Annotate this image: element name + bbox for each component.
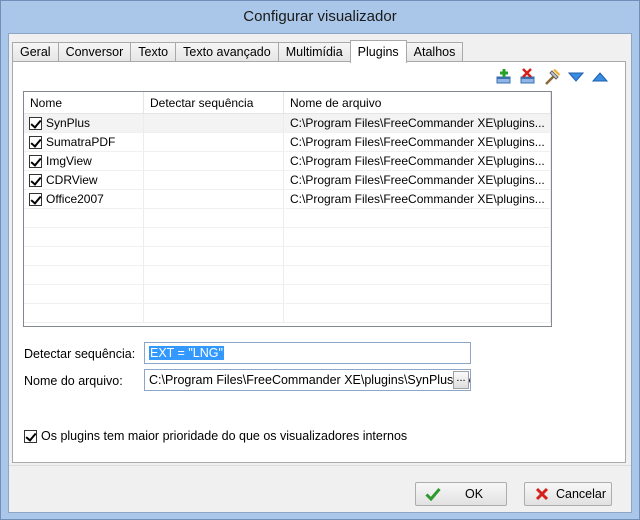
plugin-detect bbox=[144, 171, 284, 189]
plugin-enabled-checkbox[interactable] bbox=[29, 135, 42, 149]
window-title: Configurar visualizador bbox=[243, 8, 397, 25]
plugin-file: C:\Program Files\FreeCommander XE\plugin… bbox=[284, 152, 551, 170]
empty-row bbox=[24, 304, 551, 323]
list-item[interactable]: CDRView C:\Program Files\FreeCommander X… bbox=[24, 171, 551, 190]
column-header-filename[interactable]: Nome de arquivo bbox=[284, 92, 551, 113]
plugin-enabled-checkbox[interactable] bbox=[29, 173, 42, 187]
list-rows: SynPlus C:\Program Files\FreeCommander X… bbox=[24, 114, 551, 323]
detect-sequence-value: EXT = "LNG" bbox=[149, 346, 224, 360]
empty-row bbox=[24, 228, 551, 247]
move-down-icon[interactable] bbox=[567, 68, 585, 86]
priority-checkbox[interactable] bbox=[24, 429, 37, 443]
plugin-file: C:\Program Files\FreeCommander XE\plugin… bbox=[284, 190, 551, 208]
priority-option[interactable]: Os plugins tem maior prioridade do que o… bbox=[24, 429, 407, 443]
tab-texto[interactable]: Texto bbox=[130, 42, 177, 63]
close-icon bbox=[533, 485, 551, 503]
ok-button[interactable]: OK bbox=[415, 482, 507, 506]
tab-strip: Geral Conversor Texto Texto avançado Mul… bbox=[12, 40, 464, 63]
move-up-icon[interactable] bbox=[591, 68, 609, 86]
list-header: Nome Detectar sequência Nome de arquivo bbox=[24, 92, 551, 114]
configure-plugin-icon[interactable] bbox=[543, 68, 561, 86]
plugin-detect bbox=[144, 152, 284, 170]
column-header-name[interactable]: Nome bbox=[24, 92, 144, 113]
empty-row bbox=[24, 285, 551, 304]
cancel-button[interactable]: Cancelar bbox=[524, 482, 612, 506]
empty-row bbox=[24, 266, 551, 285]
list-item[interactable]: Office2007 C:\Program Files\FreeCommande… bbox=[24, 190, 551, 209]
plugin-name: SynPlus bbox=[46, 116, 91, 130]
plugin-enabled-checkbox[interactable] bbox=[29, 116, 42, 130]
dialog-client: Geral Conversor Texto Texto avançado Mul… bbox=[8, 33, 632, 513]
cancel-label: Cancelar bbox=[555, 487, 607, 501]
plugin-detect bbox=[144, 114, 284, 132]
plugin-name: SumatraPDF bbox=[46, 135, 116, 149]
remove-plugin-icon[interactable] bbox=[519, 68, 537, 86]
list-item[interactable]: ImgView C:\Program Files\FreeCommander X… bbox=[24, 152, 551, 171]
tab-multimidia[interactable]: Multimídia bbox=[277, 42, 351, 63]
tab-plugins[interactable]: Plugins bbox=[349, 40, 407, 63]
empty-row bbox=[24, 209, 551, 228]
tab-atalhos[interactable]: Atalhos bbox=[405, 42, 464, 63]
plugin-detect bbox=[144, 133, 284, 151]
filename-value: C:\Program Files\FreeCommander XE\plugin… bbox=[149, 373, 471, 387]
tab-texto-avancado[interactable]: Texto avançado bbox=[175, 42, 279, 63]
list-item[interactable]: SumatraPDF C:\Program Files\FreeCommande… bbox=[24, 133, 551, 152]
plugin-file: C:\Program Files\FreeCommander XE\plugin… bbox=[284, 171, 551, 189]
priority-label: Os plugins tem maior prioridade do que o… bbox=[41, 429, 408, 443]
plugin-name: Office2007 bbox=[46, 192, 104, 206]
plugin-toolbar bbox=[495, 68, 609, 86]
plugin-enabled-checkbox[interactable] bbox=[29, 192, 42, 206]
plugin-file: C:\Program Files\FreeCommander XE\plugin… bbox=[284, 114, 551, 132]
plugin-enabled-checkbox[interactable] bbox=[29, 154, 42, 168]
column-header-detect[interactable]: Detectar sequência bbox=[144, 92, 284, 113]
add-plugin-icon[interactable] bbox=[495, 68, 513, 86]
tab-geral[interactable]: Geral bbox=[12, 42, 59, 63]
detect-sequence-label: Detectar sequência: bbox=[24, 347, 136, 361]
detect-sequence-input[interactable]: EXT = "LNG" bbox=[144, 342, 471, 364]
plugin-detect bbox=[144, 190, 284, 208]
plugin-name: CDRView bbox=[46, 173, 98, 187]
plugins-panel: Nome Detectar sequência Nome de arquivo … bbox=[12, 61, 626, 463]
footer-separator bbox=[9, 465, 631, 466]
plugin-file: C:\Program Files\FreeCommander XE\plugin… bbox=[284, 133, 551, 151]
plugin-name: ImgView bbox=[46, 154, 92, 168]
plugin-list[interactable]: Nome Detectar sequência Nome de arquivo … bbox=[23, 91, 552, 327]
ok-label: OK bbox=[464, 487, 484, 501]
tab-conversor[interactable]: Conversor bbox=[57, 42, 132, 63]
dialog-window: Configurar visualizador Geral Conversor … bbox=[0, 0, 640, 520]
filename-input[interactable]: C:\Program Files\FreeCommander XE\plugin… bbox=[144, 369, 471, 391]
checkmark-icon bbox=[424, 485, 442, 503]
filename-label: Nome do arquivo: bbox=[24, 374, 123, 388]
empty-row bbox=[24, 247, 551, 266]
browse-button[interactable]: ... bbox=[453, 371, 469, 389]
list-item[interactable]: SynPlus C:\Program Files\FreeCommander X… bbox=[24, 114, 551, 133]
